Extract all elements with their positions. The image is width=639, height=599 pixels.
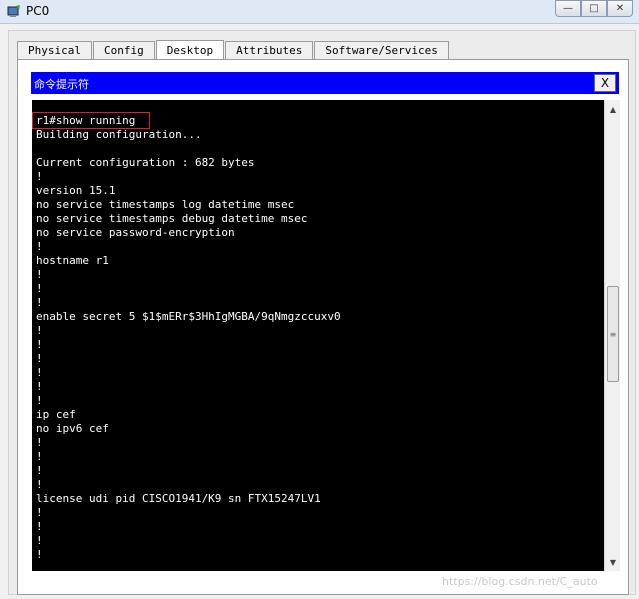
terminal-line: ! <box>36 240 43 253</box>
scrollbar-thumb[interactable]: ≡ <box>607 286 619 382</box>
terminal-line: ! <box>36 352 43 365</box>
terminal-line: Building configuration... <box>36 128 202 141</box>
terminal-line: ! <box>36 394 43 407</box>
tab-attributes[interactable]: Attributes <box>225 41 314 59</box>
tab-desktop[interactable]: Desktop <box>155 40 225 60</box>
terminal-line: ! <box>36 282 43 295</box>
terminal-line: ! <box>36 324 43 337</box>
terminal-line: enable secret 5 $1$mERr$3HhIgMGBA/9qNmgz… <box>36 310 341 323</box>
terminal-line: ! <box>36 170 43 183</box>
tab-config[interactable]: Config <box>92 41 155 59</box>
main-panel: Physical Config Desktop Attributes Softw… <box>8 30 636 595</box>
terminal-scrollbar[interactable]: ▲ ≡ ▼ <box>604 100 620 571</box>
terminal-line: ! <box>36 380 43 393</box>
terminal-line: ! <box>36 268 43 281</box>
terminal-line: ! <box>36 548 43 561</box>
terminal-line: ! <box>36 366 43 379</box>
terminal-line: no service password-encryption <box>36 226 235 239</box>
tab-bar: Physical Config Desktop Attributes Softw… <box>17 39 450 60</box>
terminal-line: hostname r1 <box>36 254 109 267</box>
watermark: https://blog.csdn.net/C_auto <box>442 575 598 588</box>
terminal-line: ! <box>36 534 43 547</box>
terminal-line: no service timestamps log datetime msec <box>36 198 295 211</box>
terminal-line: license udi pid CISCO1941/K9 sn FTX15247… <box>36 492 321 505</box>
app-icon <box>7 5 20 17</box>
desktop-tab-content: 命令提示符 X r1#show running Building configur… <box>17 59 629 595</box>
terminal-line: ! <box>36 338 43 351</box>
tab-physical[interactable]: Physical <box>17 41 92 59</box>
window-title: PC0 <box>26 4 50 18</box>
terminal-line: no ipv6 cef <box>36 422 109 435</box>
cmd-close-button[interactable]: X <box>594 74 616 92</box>
terminal-line: ! <box>36 450 43 463</box>
scroll-up-arrow-icon[interactable]: ▲ <box>605 102 621 116</box>
terminal-line: r1#show running <box>36 114 136 127</box>
terminal-lines: r1#show running Building configuration...… <box>36 114 341 562</box>
terminal-output[interactable]: r1#show running Building configuration...… <box>32 100 604 571</box>
terminal-line: ! <box>36 478 43 491</box>
scroll-down-arrow-icon[interactable]: ▼ <box>605 555 621 569</box>
terminal-line: ! <box>36 436 43 449</box>
terminal-line: Current configuration : 682 bytes <box>36 156 255 169</box>
terminal-line: ip cef <box>36 408 76 421</box>
terminal-line: ! <box>36 464 43 477</box>
window-controls: — □ ✕ <box>555 0 633 17</box>
terminal-line: no service timestamps debug datetime mse… <box>36 212 308 225</box>
cmd-window-titlebar: 命令提示符 X <box>31 72 619 94</box>
window-titlebar: PC0 — □ ✕ <box>0 0 639 24</box>
terminal-line: ! <box>36 506 43 519</box>
cmd-window-title: 命令提示符 <box>34 78 89 91</box>
minimize-button[interactable]: — <box>555 0 581 17</box>
terminal-line: ! <box>36 520 43 533</box>
tab-software-services[interactable]: Software/Services <box>314 41 449 59</box>
terminal-line: ! <box>36 296 43 309</box>
terminal-line: version 15.1 <box>36 184 116 197</box>
maximize-button[interactable]: □ <box>581 0 607 17</box>
close-button[interactable]: ✕ <box>607 0 633 17</box>
